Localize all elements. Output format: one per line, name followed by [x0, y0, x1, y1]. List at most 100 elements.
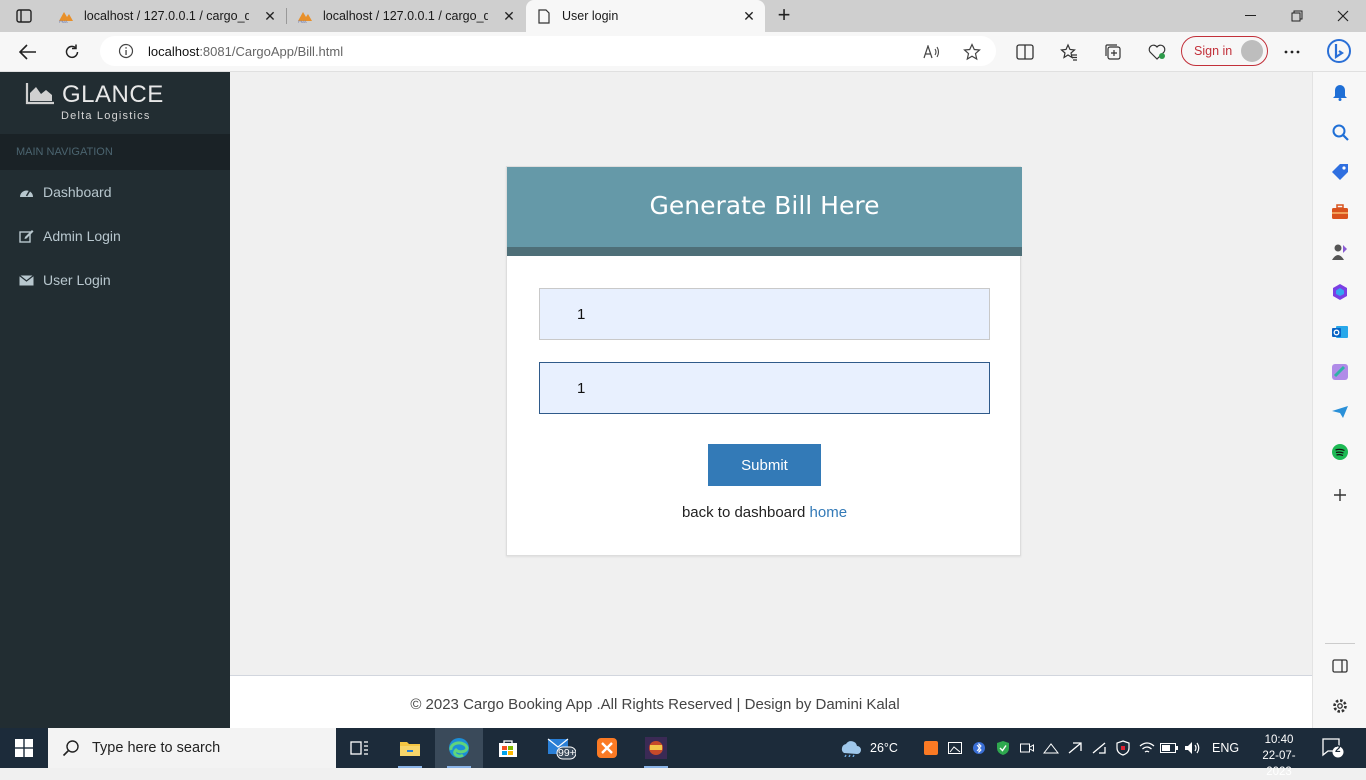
footer-text: © 2023 Cargo Booking App .All Rights Res… — [410, 696, 900, 713]
spotify-icon[interactable] — [1330, 442, 1350, 462]
file-explorer-icon[interactable] — [386, 728, 434, 768]
collections-icon[interactable] — [1099, 38, 1127, 66]
app-tray-icon[interactable] — [1090, 739, 1108, 757]
brand-name: GLANCE — [62, 81, 164, 108]
microsoft-store-icon[interactable] — [484, 728, 532, 768]
favorites-icon[interactable] — [1055, 38, 1083, 66]
bill-input-1[interactable]: 1 — [539, 288, 990, 340]
add-icon[interactable] — [1330, 485, 1350, 505]
sign-in-button[interactable]: Sign in — [1181, 36, 1268, 66]
url-host: localhost — [148, 43, 200, 59]
search-icon[interactable] — [1330, 122, 1350, 142]
security-tray-icon[interactable] — [994, 739, 1012, 757]
app-sidebar: GLANCE Delta Logistics MAIN NAVIGATION D… — [0, 72, 230, 728]
photos-tray-icon[interactable] — [946, 739, 964, 757]
phpmyadmin-icon: PMA — [297, 8, 313, 24]
window-close-icon[interactable] — [1320, 0, 1366, 32]
nav-header: MAIN NAVIGATION — [0, 134, 230, 170]
avatar — [1241, 40, 1263, 62]
submit-button[interactable]: Submit — [708, 444, 821, 486]
notification-icon[interactable]: 2 — [1322, 738, 1346, 758]
sidebar-item-dashboard[interactable]: Dashboard — [0, 170, 230, 214]
xampp-tray-icon[interactable] — [922, 739, 940, 757]
address-bar[interactable]: localhost:8081/CargoApp/Bill.html — [100, 36, 996, 66]
browser-essentials-icon[interactable] — [1143, 38, 1171, 66]
settings-gear-icon[interactable] — [1330, 696, 1350, 716]
browser-tab-phpmyadmin-2[interactable]: PMA localhost / 127.0.0.1 / cargo_db | ✕ — [287, 0, 525, 32]
network-tray-icon[interactable] — [1042, 739, 1060, 757]
back-text: back to dashboard — [681, 504, 806, 521]
xampp-icon[interactable] — [583, 728, 631, 768]
bluetooth-tray-icon[interactable] — [970, 739, 988, 757]
read-aloud-icon[interactable] — [918, 38, 946, 66]
weather-icon[interactable] — [838, 739, 864, 757]
windows-taskbar: Type here to search 99+ 26°C ENG 10:40 2… — [0, 728, 1366, 778]
dev-app-icon[interactable] — [632, 728, 680, 768]
phpmyadmin-icon: PMA — [58, 8, 74, 24]
clock-date: 22-07-2023 — [1262, 750, 1296, 778]
microsoft-365-icon[interactable] — [1330, 282, 1350, 302]
mail-badge: 99+ — [558, 747, 576, 759]
battery-tray-icon[interactable] — [1160, 739, 1178, 757]
camera-tray-icon[interactable] — [1018, 739, 1036, 757]
clock[interactable]: 10:40 22-07-2023 — [1254, 732, 1304, 780]
browser-tab-phpmyadmin-1[interactable]: PMA localhost / 127.0.0.1 / cargo_db / ✕ — [48, 0, 286, 32]
minimize-icon[interactable] — [1228, 0, 1274, 32]
tab-title: localhost / 127.0.0.1 / cargo_db | — [323, 9, 488, 23]
sidebar-item-user-login[interactable]: User Login — [0, 258, 230, 302]
envelope-icon — [18, 272, 34, 288]
edge-browser-icon[interactable] — [435, 728, 483, 768]
sync-tray-icon[interactable] — [1066, 739, 1084, 757]
windows-start-icon[interactable] — [0, 728, 48, 768]
notification-count: 2 — [1335, 744, 1341, 755]
svg-text:PMA: PMA — [298, 19, 307, 23]
sidebar-item-admin-login[interactable]: Admin Login — [0, 214, 230, 258]
tab-actions-icon[interactable] — [8, 5, 40, 27]
browser-tab-user-login[interactable]: User login ✕ — [526, 0, 765, 32]
area-chart-icon — [25, 83, 55, 105]
footer: © 2023 Cargo Booking App .All Rights Res… — [230, 675, 1312, 728]
defender-tray-icon[interactable] — [1114, 739, 1132, 757]
favorite-star-icon[interactable] — [958, 38, 986, 66]
main-content: Generate Bill Here 1 1 Submit back to da… — [230, 72, 1312, 675]
volume-tray-icon[interactable] — [1184, 739, 1202, 757]
bing-chat-icon[interactable] — [1324, 36, 1354, 66]
bill-form-card: Generate Bill Here 1 1 Submit back to da… — [506, 166, 1022, 556]
home-link[interactable]: home — [810, 504, 848, 521]
designer-icon[interactable] — [1330, 362, 1350, 382]
task-view-icon[interactable] — [336, 728, 384, 768]
card-header: Generate Bill Here — [507, 167, 1022, 256]
sign-in-label: Sign in — [1194, 44, 1233, 58]
language-indicator[interactable]: ENG — [1212, 728, 1239, 768]
back-arrow-icon[interactable] — [14, 38, 42, 66]
sidebar-toggle-icon[interactable] — [1330, 656, 1350, 676]
browser-toolbar: localhost:8081/CargoApp/Bill.html Sign i… — [0, 32, 1366, 72]
new-tab-button[interactable]: + — [772, 4, 796, 28]
refresh-icon[interactable] — [58, 38, 86, 66]
send-icon[interactable] — [1330, 402, 1350, 422]
weather-temp[interactable]: 26°C — [870, 728, 898, 768]
close-icon[interactable]: ✕ — [741, 8, 757, 24]
close-icon[interactable]: ✕ — [262, 8, 278, 24]
mail-icon[interactable]: 99+ — [536, 728, 586, 768]
bill-input-2[interactable]: 1 — [539, 362, 990, 414]
outlook-icon[interactable] — [1330, 322, 1350, 342]
toolbox-icon[interactable] — [1330, 202, 1350, 222]
back-to-dashboard: back to dashboard home — [507, 504, 1022, 521]
divider — [1325, 643, 1355, 644]
brand[interactable]: GLANCE Delta Logistics — [0, 72, 230, 130]
sidebar-item-label: Admin Login — [43, 228, 121, 244]
info-icon[interactable] — [118, 43, 134, 59]
more-menu-icon[interactable] — [1278, 38, 1306, 66]
search-icon — [62, 739, 80, 757]
games-icon[interactable] — [1330, 242, 1350, 262]
shopping-tag-icon[interactable] — [1330, 162, 1350, 182]
close-icon[interactable]: ✕ — [501, 8, 517, 24]
restore-icon[interactable] — [1274, 0, 1320, 32]
split-screen-icon[interactable] — [1011, 38, 1039, 66]
tab-title: User login — [562, 9, 619, 23]
bell-icon[interactable] — [1330, 82, 1350, 102]
edge-sidebar — [1312, 72, 1366, 728]
taskbar-search-box[interactable]: Type here to search — [48, 728, 336, 768]
wifi-tray-icon[interactable] — [1138, 739, 1156, 757]
